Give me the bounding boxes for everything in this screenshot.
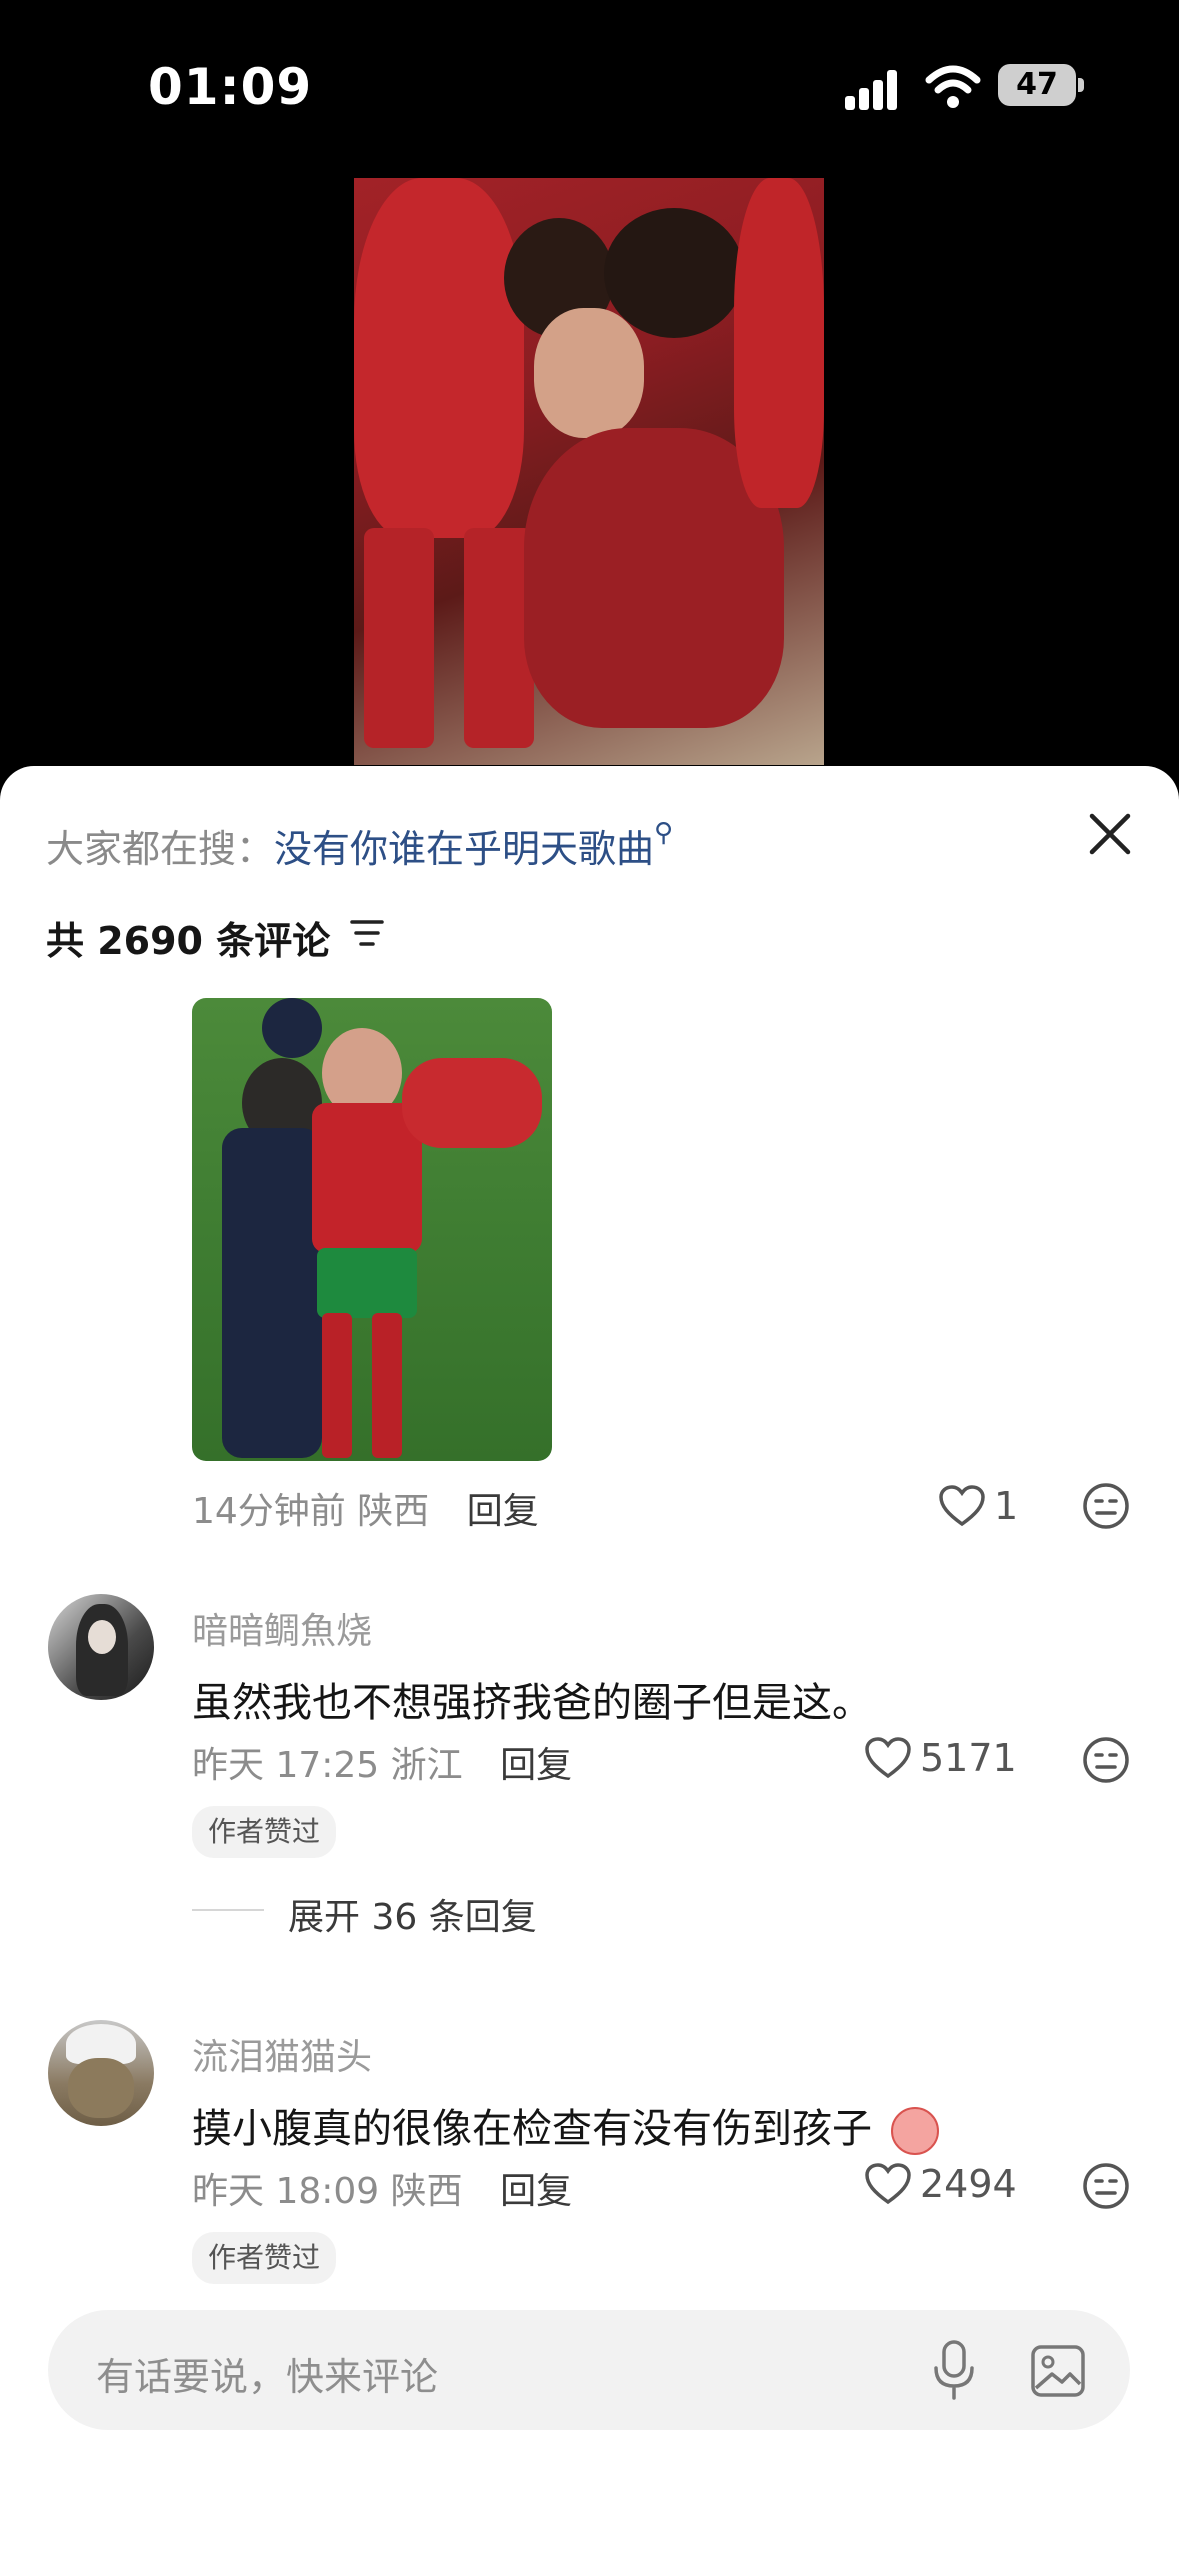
face-icon[interactable] bbox=[1082, 1736, 1130, 1784]
signal-icon bbox=[845, 66, 907, 110]
comment-text: 虽然我也不想强挤我爸的圈子但是这。 bbox=[192, 1680, 872, 1726]
battery-icon: 47 bbox=[998, 64, 1076, 106]
comment-time: 昨天 17:25 bbox=[192, 1745, 380, 1786]
like-button[interactable]: 1 bbox=[938, 1484, 1018, 1528]
comment-meta: 昨天 17:25 浙江 回复 bbox=[192, 1736, 572, 1788]
like-button[interactable]: 2494 bbox=[864, 2162, 1017, 2206]
author-liked-badge: 作者赞过 bbox=[192, 2232, 337, 2284]
heart-icon bbox=[865, 1737, 911, 1779]
comment-location: 陕西 bbox=[390, 2171, 463, 2212]
filter-icon[interactable] bbox=[350, 918, 384, 948]
heart-icon bbox=[865, 2163, 911, 2205]
comment-time: 昨天 18:09 bbox=[192, 2171, 380, 2212]
close-icon[interactable] bbox=[1084, 808, 1136, 860]
comment-location: 陕西 bbox=[357, 1491, 430, 1532]
avatar[interactable] bbox=[48, 1594, 154, 1700]
post-photo[interactable] bbox=[354, 178, 824, 765]
comment-location: 浙江 bbox=[390, 1745, 463, 1786]
search-icon: ⚲ bbox=[654, 818, 674, 848]
avatar[interactable] bbox=[48, 2020, 154, 2126]
username[interactable]: 暗暗鲷魚烧 bbox=[192, 1602, 372, 1654]
comment-input-placeholder[interactable]: 有话要说，快来评论 bbox=[96, 2346, 438, 2401]
search-query-link[interactable]: 没有你谁在乎明天歌曲 bbox=[274, 827, 654, 871]
comment-meta: 昨天 18:09 陕西 回复 bbox=[192, 2162, 572, 2214]
reply-button[interactable]: 回复 bbox=[500, 2171, 572, 2212]
expand-replies-button[interactable]: 展开 36 条回复 bbox=[288, 1888, 537, 1940]
reply-button[interactable]: 回复 bbox=[500, 1745, 572, 1786]
divider bbox=[192, 1909, 264, 1911]
like-count: 1 bbox=[994, 1484, 1019, 1528]
comment-image[interactable] bbox=[192, 998, 552, 1461]
comment-text: 摸小腹真的很像在检查有没有伤到孩子 bbox=[192, 2096, 939, 2155]
reply-button[interactable]: 回复 bbox=[467, 1491, 539, 1532]
like-count: 2494 bbox=[920, 2162, 1017, 2206]
comment-text-content: 摸小腹真的很像在检查有没有伤到孩子 bbox=[192, 2106, 872, 2152]
image-icon[interactable] bbox=[1030, 2344, 1086, 2398]
author-liked-badge: 作者赞过 bbox=[192, 1806, 337, 1858]
search-prefix: 大家都在搜： bbox=[46, 827, 275, 871]
face-icon[interactable] bbox=[1082, 1482, 1130, 1530]
face-icon[interactable] bbox=[1082, 2162, 1130, 2210]
comment-count: 共 2690 条评论 bbox=[46, 919, 331, 963]
like-button[interactable]: 5171 bbox=[864, 1736, 1017, 1780]
heart-icon bbox=[939, 1485, 985, 1527]
comment-time: 14分钟前 bbox=[192, 1491, 346, 1532]
mic-icon[interactable] bbox=[930, 2338, 978, 2402]
search-suggestion[interactable]: 大家都在搜：没有你谁在乎明天歌曲⚲ bbox=[46, 818, 673, 873]
comment-meta: 14分钟前 陕西 回复 bbox=[192, 1482, 539, 1534]
status-time: 01:09 bbox=[148, 58, 313, 116]
comments-sheet bbox=[0, 766, 1179, 2556]
like-count: 5171 bbox=[920, 1736, 1017, 1780]
battery-tip bbox=[1078, 78, 1084, 92]
username[interactable]: 流泪猫猫头 bbox=[192, 2028, 372, 2080]
wifi-icon bbox=[925, 65, 981, 108]
sticker-emoji-icon bbox=[890, 2107, 939, 2155]
